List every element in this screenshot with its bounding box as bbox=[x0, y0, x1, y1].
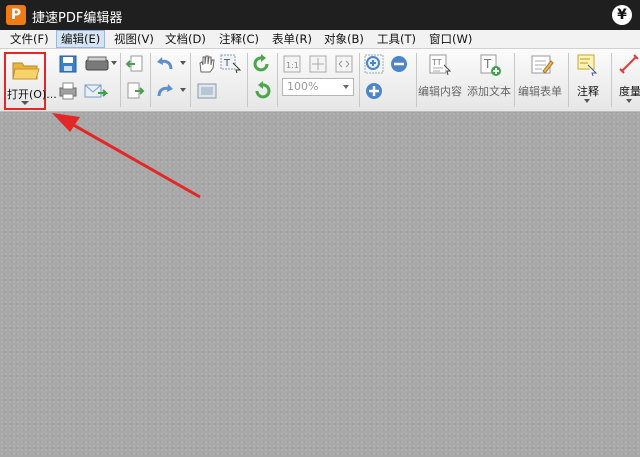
toolbar-separator bbox=[359, 53, 360, 107]
toolbar-separator bbox=[514, 53, 515, 107]
menu-comment[interactable]: 注释(C) bbox=[215, 31, 263, 47]
open-button[interactable]: 打开(O)... bbox=[4, 52, 57, 110]
toolbar-separator bbox=[416, 53, 417, 107]
app-window: P 捷速PDF编辑器 ¥ 文件(F) 编辑(E) 视图(V) 文档(D) 注释(… bbox=[0, 0, 640, 457]
edit-content-icon[interactable]: TT bbox=[428, 53, 452, 77]
menu-bar: 文件(F) 编辑(E) 视图(V) 文档(D) 注释(C) 表单(R) 对象(B… bbox=[0, 30, 640, 49]
snapshot-icon[interactable] bbox=[196, 81, 218, 101]
chevron-down-icon[interactable] bbox=[180, 61, 186, 65]
edit-form-label[interactable]: 编辑表单 bbox=[518, 83, 562, 99]
annotate-label[interactable]: 注释 bbox=[577, 83, 599, 99]
page-back-icon[interactable] bbox=[125, 54, 145, 74]
toolbar-separator bbox=[568, 53, 569, 107]
redo-icon[interactable] bbox=[155, 81, 175, 101]
chevron-down-icon[interactable] bbox=[111, 61, 117, 65]
undo-icon[interactable] bbox=[155, 54, 175, 74]
menu-window[interactable]: 窗口(W) bbox=[425, 31, 476, 47]
chevron-down-icon[interactable] bbox=[21, 101, 29, 105]
document-area[interactable] bbox=[0, 112, 640, 457]
toolbar-separator bbox=[150, 53, 151, 107]
toolbar-separator bbox=[277, 53, 278, 107]
printer-icon[interactable] bbox=[58, 81, 78, 101]
toolbar-separator bbox=[120, 53, 121, 107]
menu-edit[interactable]: 编辑(E) bbox=[56, 30, 106, 48]
menu-form[interactable]: 表单(R) bbox=[268, 31, 316, 47]
menu-file[interactable]: 文件(F) bbox=[6, 31, 53, 47]
menu-document[interactable]: 文档(D) bbox=[161, 31, 210, 47]
chevron-down-icon[interactable] bbox=[584, 99, 590, 103]
toolbar-separator bbox=[247, 53, 248, 107]
save-icon[interactable] bbox=[58, 54, 78, 74]
zoom-out-icon[interactable] bbox=[389, 54, 409, 74]
chevron-down-icon[interactable] bbox=[180, 88, 186, 92]
toolbar-separator bbox=[190, 53, 191, 107]
zoom-plus-icon[interactable] bbox=[364, 81, 384, 101]
add-text-label[interactable]: 添加文本 bbox=[467, 83, 511, 99]
svg-text:TT: TT bbox=[431, 58, 442, 67]
zoom-value: 100% bbox=[287, 80, 319, 93]
rotate-counterclockwise-icon[interactable] bbox=[252, 81, 272, 101]
edit-content-label[interactable]: 编辑内容 bbox=[418, 83, 462, 99]
menu-tools[interactable]: 工具(T) bbox=[373, 31, 420, 47]
fit-page-icon[interactable] bbox=[308, 54, 328, 74]
svg-text:1:1: 1:1 bbox=[286, 61, 299, 70]
menu-view[interactable]: 视图(V) bbox=[110, 31, 158, 47]
toolbar-separator bbox=[611, 53, 612, 107]
chevron-down-icon[interactable] bbox=[343, 85, 349, 89]
main-toolbar: 打开(O)... T 1:1 100% TT 编辑内容 T 添加文本 编辑表单 … bbox=[0, 49, 640, 112]
svg-text:T: T bbox=[483, 57, 492, 71]
zoom-in-icon[interactable] bbox=[364, 54, 384, 74]
folder-open-icon bbox=[12, 62, 40, 80]
chevron-down-icon[interactable] bbox=[626, 99, 632, 103]
actual-size-icon[interactable]: 1:1 bbox=[282, 54, 302, 74]
title-bar: P 捷速PDF编辑器 ¥ bbox=[0, 0, 640, 30]
annotate-icon[interactable] bbox=[576, 53, 600, 77]
scanner-icon[interactable] bbox=[84, 54, 110, 74]
app-logo-icon: P bbox=[6, 5, 26, 25]
menu-object[interactable]: 对象(B) bbox=[320, 31, 368, 47]
fit-width-icon[interactable] bbox=[334, 54, 354, 74]
svg-text:T: T bbox=[223, 58, 231, 69]
zoom-select[interactable]: 100% bbox=[282, 78, 354, 96]
select-text-icon[interactable]: T bbox=[220, 54, 242, 74]
add-text-icon[interactable]: T bbox=[478, 53, 502, 77]
window-title: 捷速PDF编辑器 bbox=[32, 11, 123, 26]
open-button-label: 打开(O)... bbox=[7, 88, 57, 101]
edit-form-icon[interactable] bbox=[530, 53, 554, 77]
page-forward-icon[interactable] bbox=[125, 81, 145, 101]
rotate-clockwise-icon[interactable] bbox=[252, 54, 272, 74]
hand-tool-icon[interactable] bbox=[196, 54, 216, 74]
measure-icon[interactable] bbox=[618, 53, 640, 77]
yen-icon[interactable]: ¥ bbox=[612, 5, 632, 25]
measure-label[interactable]: 度量 bbox=[619, 83, 640, 99]
email-icon[interactable] bbox=[84, 81, 108, 101]
